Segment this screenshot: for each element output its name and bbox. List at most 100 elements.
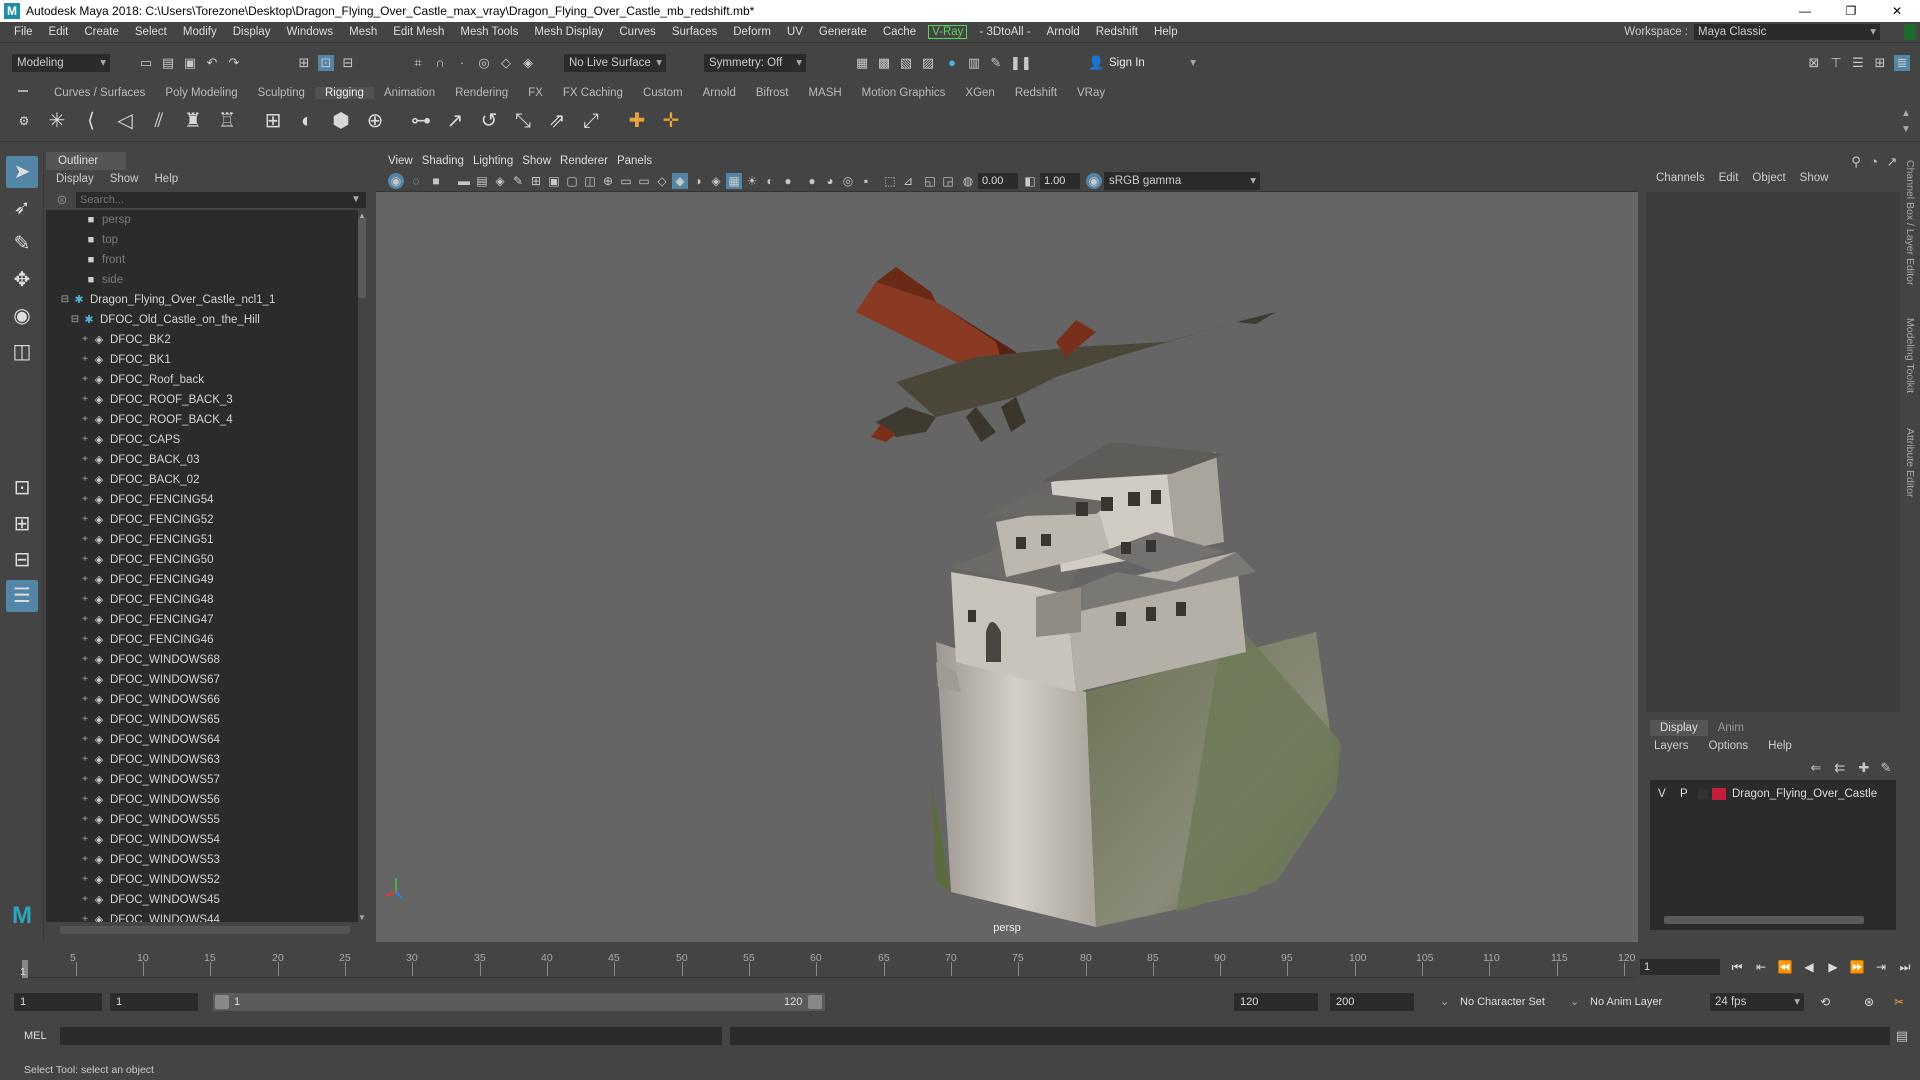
render-settings-icon[interactable]: ▨: [920, 55, 936, 71]
ipr-render-icon[interactable]: ▧: [898, 55, 914, 71]
lock-camera-icon[interactable]: ◌: [408, 173, 424, 189]
outliner-mesh-item[interactable]: + ◈ DFOC_WINDOWS53: [46, 850, 358, 870]
smooth-shade-icon[interactable]: ◆: [672, 173, 688, 189]
expand-toggle-icon[interactable]: +: [80, 590, 90, 610]
expand-toggle-icon[interactable]: +: [80, 610, 90, 630]
field-chart-icon[interactable]: ⊕: [600, 173, 616, 189]
move-layer-down-icon[interactable]: ⇇: [1832, 760, 1848, 776]
expand-toggle-icon[interactable]: +: [80, 390, 90, 410]
shelf-tab-mash[interactable]: MASH: [798, 87, 851, 99]
tool-settings-icon[interactable]: ☰: [1850, 55, 1866, 71]
side-tab-modeling-toolkit[interactable]: Modeling Toolkit: [1904, 318, 1916, 393]
menu-display[interactable]: Display: [225, 26, 279, 38]
next-key-icon[interactable]: ⏩: [1848, 958, 1866, 976]
shelf-tab-fx[interactable]: FX: [518, 87, 553, 99]
expand-toggle-icon[interactable]: +: [80, 370, 90, 390]
save-scene-icon[interactable]: ▣: [182, 55, 198, 71]
menu-windows[interactable]: Windows: [278, 26, 341, 38]
outliner-mesh-item[interactable]: + ◈ DFOC_FENCING49: [46, 570, 358, 590]
outliner-mesh-item[interactable]: + ◈ DFOC_BK1: [46, 350, 358, 370]
lock-icon[interactable]: [1904, 24, 1916, 40]
menu-cache[interactable]: Cache: [875, 26, 924, 38]
single-view-icon[interactable]: ⊡: [6, 472, 38, 504]
shelf-tab-rendering[interactable]: Rendering: [445, 87, 518, 99]
shelf-tab-bifrost[interactable]: Bifrost: [746, 87, 799, 99]
expand-toggle-icon[interactable]: +: [80, 630, 90, 650]
channel-box-help-icon[interactable]: ◔: [1866, 154, 1882, 170]
mirror-joint-icon[interactable]: ◁: [112, 108, 138, 134]
2d-pan-zoom-icon[interactable]: ◈: [492, 173, 508, 189]
outliner-mesh-item[interactable]: + ◈ DFOC_WINDOWS45: [46, 890, 358, 910]
viewport-menu-shading[interactable]: Shading: [422, 155, 473, 167]
snap-view-icon[interactable]: ◎: [476, 55, 492, 71]
select-hierarchy-icon[interactable]: ⊞: [296, 55, 312, 71]
live-surface-field[interactable]: No Live Surface: [564, 54, 666, 72]
exposure-icon[interactable]: ◍: [960, 173, 976, 189]
new-scene-icon[interactable]: ▭: [138, 55, 154, 71]
viewport-menu-show[interactable]: Show: [522, 155, 560, 167]
isolate-select-icon[interactable]: ⬚: [882, 173, 898, 189]
anim-layer-field[interactable]: No Anim Layer: [1590, 993, 1662, 1011]
scale-constraint-icon[interactable]: ⤡: [510, 108, 536, 134]
render-sequence-icon[interactable]: ▥: [966, 55, 982, 71]
gamma-field[interactable]: 1.00: [1040, 173, 1080, 189]
menu-edit[interactable]: Edit: [41, 26, 77, 38]
layer-editor-toggle-icon[interactable]: ≣: [1894, 55, 1910, 71]
quick-rig-icon[interactable]: ♜: [180, 108, 206, 134]
depth-of-field-icon[interactable]: ▪: [858, 173, 874, 189]
menu-mesh-display[interactable]: Mesh Display: [526, 26, 611, 38]
outliner-camera-front[interactable]: ■ front: [46, 250, 358, 270]
cluster-icon[interactable]: ⊕: [362, 108, 388, 134]
maximize-button[interactable]: ❐: [1828, 0, 1874, 22]
script-language-label[interactable]: MEL: [24, 1027, 47, 1045]
bookmarks-icon[interactable]: ▬: [456, 173, 472, 189]
resolution-gate-icon[interactable]: ▢: [564, 173, 580, 189]
shadows-icon[interactable]: ◐: [762, 173, 778, 189]
spline-ik-icon[interactable]: ✛: [658, 108, 684, 134]
viewport-canvas[interactable]: persp: [376, 192, 1638, 942]
expand-toggle-icon[interactable]: +: [80, 870, 90, 890]
outliner-camera-side[interactable]: ■ side: [46, 270, 358, 290]
paint-select-icon[interactable]: ✎: [6, 228, 38, 260]
paint-weights-icon[interactable]: ◐: [294, 108, 320, 134]
outliner-mesh-item[interactable]: + ◈ DFOC_WINDOWS55: [46, 810, 358, 830]
new-layer-icon[interactable]: ✚: [1856, 760, 1872, 776]
menu-arnold[interactable]: Arnold: [1039, 26, 1088, 38]
outliner-castle-group[interactable]: ⊟ ✱ DFOC_Old_Castle_on_the_Hill: [46, 310, 358, 330]
outliner-mesh-item[interactable]: + ◈ DFOC_WINDOWS56: [46, 790, 358, 810]
menu-uv[interactable]: UV: [779, 26, 811, 38]
motion-blur-icon[interactable]: ◕: [822, 173, 838, 189]
channel-box-toggle-icon[interactable]: ⊞: [1872, 55, 1888, 71]
bind-skin-icon[interactable]: ⊞: [260, 108, 286, 134]
select-object-icon[interactable]: ⊡: [318, 55, 334, 71]
outliner-mesh-item[interactable]: + ◈ DFOC_WINDOWS65: [46, 710, 358, 730]
expand-toggle-icon[interactable]: +: [80, 670, 90, 690]
layer-tab-display[interactable]: Display: [1650, 720, 1708, 736]
expand-toggle-icon[interactable]: +: [80, 710, 90, 730]
default-material-icon[interactable]: ◑: [690, 173, 706, 189]
outliner-mesh-item[interactable]: + ◈ DFOC_FENCING48: [46, 590, 358, 610]
shelf-tab-rigging[interactable]: Rigging: [314, 87, 374, 99]
outliner-mesh-item[interactable]: + ◈ DFOC_CAPS: [46, 430, 358, 450]
filter-icon[interactable]: ⊜: [54, 192, 70, 208]
script-editor-icon[interactable]: ▤: [1894, 1028, 1910, 1044]
layer-visibility-toggle[interactable]: V: [1658, 784, 1666, 804]
layer-type-icon[interactable]: [1698, 789, 1708, 799]
menu-mesh-tools[interactable]: Mesh Tools: [452, 26, 526, 38]
shelf-tab-motion-graphics[interactable]: Motion Graphics: [852, 87, 956, 99]
undo-icon[interactable]: ↶: [204, 55, 220, 71]
snap-vertex-icon[interactable]: ◈: [520, 55, 536, 71]
animation-end-field[interactable]: 200: [1330, 993, 1414, 1011]
frame-selected-icon[interactable]: ◲: [940, 173, 956, 189]
side-tab-attribute-editor[interactable]: Attribute Editor: [1904, 428, 1916, 497]
step-forward-icon[interactable]: ⇥: [1872, 958, 1890, 976]
expand-toggle-icon[interactable]: +: [80, 770, 90, 790]
expand-toggle-icon[interactable]: +: [80, 330, 90, 350]
layer-row[interactable]: V P Dragon_Flying_Over_Castle: [1650, 784, 1896, 804]
outliner-mesh-item[interactable]: + ◈ DFOC_ROOF_BACK_3: [46, 390, 358, 410]
menu-surfaces[interactable]: Surfaces: [664, 26, 725, 38]
outliner-mesh-item[interactable]: + ◈ DFOC_WINDOWS66: [46, 690, 358, 710]
outliner-mesh-item[interactable]: + ◈ DFOC_BK2: [46, 330, 358, 350]
layer-tab-anim[interactable]: Anim: [1708, 720, 1754, 736]
select-tool-icon[interactable]: ➤: [6, 156, 38, 188]
